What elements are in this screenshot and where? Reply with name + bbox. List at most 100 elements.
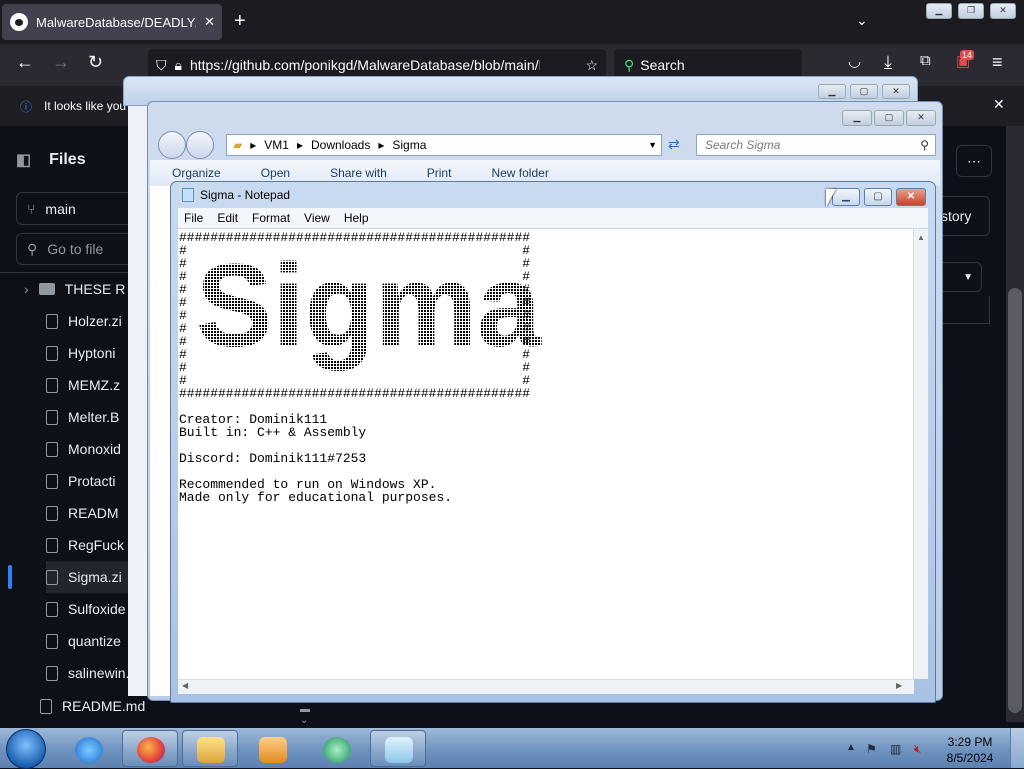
- menu-icon[interactable]: ≡: [992, 52, 1003, 73]
- star-icon[interactable]: ☆: [585, 57, 598, 74]
- notepad-close-icon[interactable]: ✕: [896, 188, 926, 206]
- breadcrumb-arrow-icon: ▸: [250, 138, 257, 152]
- menu-file[interactable]: File: [184, 211, 203, 225]
- files-title: Files: [49, 151, 86, 168]
- toolbar-organize[interactable]: Organize: [172, 166, 221, 180]
- restore-icon[interactable]: ❐: [958, 3, 984, 19]
- flag-icon[interactable]: ⚑: [866, 742, 877, 756]
- firefox-icon: [137, 737, 165, 763]
- go-to-file-placeholder: Go to file: [47, 241, 104, 257]
- close-tab-icon[interactable]: ✕: [204, 14, 215, 30]
- toolbar-open[interactable]: Open: [261, 166, 290, 180]
- toolbar-print[interactable]: Print: [427, 166, 452, 180]
- breadcrumb-arrow-icon: ▸: [296, 138, 303, 152]
- breadcrumb-vm1[interactable]: VM1: [264, 138, 289, 152]
- toolbar-new-folder[interactable]: New folder: [491, 166, 548, 180]
- explorer-search-placeholder: Search Sigma: [705, 138, 781, 152]
- tree-item-label: MEMZ.z: [68, 377, 121, 393]
- sidebar-toggle-icon[interactable]: ◧: [16, 150, 31, 170]
- taskbar-media-player[interactable]: [244, 730, 300, 767]
- file-icon: [46, 377, 58, 393]
- taskbar-notepad[interactable]: [370, 730, 426, 767]
- file-icon: [46, 601, 58, 617]
- minimize-icon[interactable]: ▁: [842, 110, 872, 126]
- tray-chevron-icon[interactable]: ▲: [846, 742, 856, 753]
- breadcrumb-downloads[interactable]: Downloads: [311, 138, 370, 152]
- extensions-icon[interactable]: ⧉: [920, 52, 931, 69]
- refresh-icon[interactable]: ⇄: [668, 136, 680, 153]
- clock[interactable]: 3:29 PM 8/5/2024: [946, 734, 994, 766]
- menu-edit[interactable]: Edit: [217, 211, 238, 225]
- taskbar-ie[interactable]: [60, 730, 116, 767]
- menu-help[interactable]: Help: [344, 211, 369, 225]
- clock-date: 8/5/2024: [946, 751, 994, 765]
- back-icon[interactable]: ←: [16, 52, 34, 73]
- dropdown-arrow-icon[interactable]: ▼: [648, 140, 657, 150]
- taskbar-app[interactable]: [308, 730, 364, 767]
- url-text: https://github.com/ponikgd/MalwareDataba…: [189, 57, 540, 73]
- explorer-address-bar[interactable]: ▰ ▸ VM1 ▸ Downloads ▸ Sigma ▼: [226, 134, 662, 156]
- minimize-icon[interactable]: ▁: [818, 84, 846, 99]
- restore-icon[interactable]: ▢: [850, 84, 878, 99]
- minimize-icon[interactable]: ▁: [926, 3, 952, 19]
- go-to-file-input[interactable]: ⚲ Go to file: [16, 233, 146, 265]
- search-icon: ⚲: [27, 240, 38, 257]
- shield-icon[interactable]: ⛉: [156, 57, 167, 74]
- reload-icon[interactable]: ↻: [88, 52, 103, 73]
- notepad-minimize-icon[interactable]: ▁: [832, 188, 860, 206]
- banner-text: It looks like you: [44, 99, 127, 113]
- explorer-body: [150, 186, 170, 696]
- show-desktop-button[interactable]: [1010, 728, 1024, 768]
- volume-muted-icon[interactable]: 🔇︎: [914, 742, 922, 757]
- chevron-right-icon[interactable]: ›: [24, 281, 29, 297]
- toolbar-share-with[interactable]: Share with: [330, 166, 387, 180]
- file-icon: [46, 345, 58, 361]
- mouse-cursor: [826, 189, 836, 207]
- notepad-horizontal-scrollbar[interactable]: ◀ ▶: [178, 679, 914, 694]
- notepad-vertical-scrollbar[interactable]: ▲: [913, 229, 928, 679]
- tree-item-label: Holzer.zi: [68, 313, 122, 329]
- branch-select[interactable]: ⑂ main: [16, 192, 146, 225]
- info-icon: ⓘ: [20, 100, 33, 114]
- taskbar-explorer[interactable]: [182, 730, 238, 767]
- ie-icon: [75, 737, 103, 763]
- scroll-right-icon[interactable]: ▶: [896, 681, 902, 690]
- close-icon[interactable]: ✕: [990, 3, 1016, 19]
- folder-icon: [197, 737, 225, 763]
- extensions-badge: 14: [960, 50, 975, 60]
- close-icon[interactable]: ✕: [906, 110, 936, 126]
- search-icon: ⚲: [624, 56, 635, 73]
- more-options-button[interactable]: ⋯: [956, 145, 992, 177]
- taskbar-firefox[interactable]: [122, 730, 178, 767]
- resize-handle-icon[interactable]: ▬ ⌄: [300, 704, 310, 726]
- lock-icon[interactable]: 🔒︎: [175, 57, 182, 74]
- breadcrumb-sigma[interactable]: Sigma: [392, 138, 426, 152]
- browser-tab[interactable]: MalwareDatabase/DEADLY/Sigma ✕: [2, 4, 222, 40]
- pocket-icon[interactable]: ◡: [848, 52, 861, 70]
- file-icon: [40, 698, 52, 714]
- file-icon: [46, 665, 58, 681]
- banner-close-icon[interactable]: ✕: [993, 96, 1005, 113]
- download-icon[interactable]: ⤓: [884, 52, 892, 73]
- page-scrollbar-thumb[interactable]: [1008, 288, 1022, 713]
- network-icon[interactable]: ▥: [890, 742, 901, 756]
- new-tab-button[interactable]: +: [234, 10, 246, 33]
- scroll-left-icon[interactable]: ◀: [182, 681, 188, 690]
- chevron-down-icon[interactable]: ⌄: [856, 12, 868, 29]
- file-icon: [46, 569, 58, 585]
- media-player-icon: [259, 737, 287, 763]
- close-icon[interactable]: ✕: [882, 84, 910, 99]
- tab-title: MalwareDatabase/DEADLY/Sigma: [36, 14, 196, 30]
- menu-view[interactable]: View: [304, 211, 330, 225]
- scroll-up-icon[interactable]: ▲: [914, 233, 928, 242]
- notepad-maximize-icon[interactable]: ▢: [864, 188, 892, 206]
- explorer-search-input[interactable]: Search Sigma ⚲: [696, 134, 936, 156]
- explorer-back-icon[interactable]: [158, 131, 186, 159]
- restore-icon[interactable]: ▢: [874, 110, 904, 126]
- forward-icon[interactable]: →: [52, 52, 70, 73]
- sigma-ascii-art: Sigma: [196, 256, 542, 372]
- folder-icon: [38, 283, 55, 295]
- start-button[interactable]: [6, 729, 46, 769]
- explorer-forward-icon[interactable]: [186, 131, 214, 159]
- menu-format[interactable]: Format: [252, 211, 290, 225]
